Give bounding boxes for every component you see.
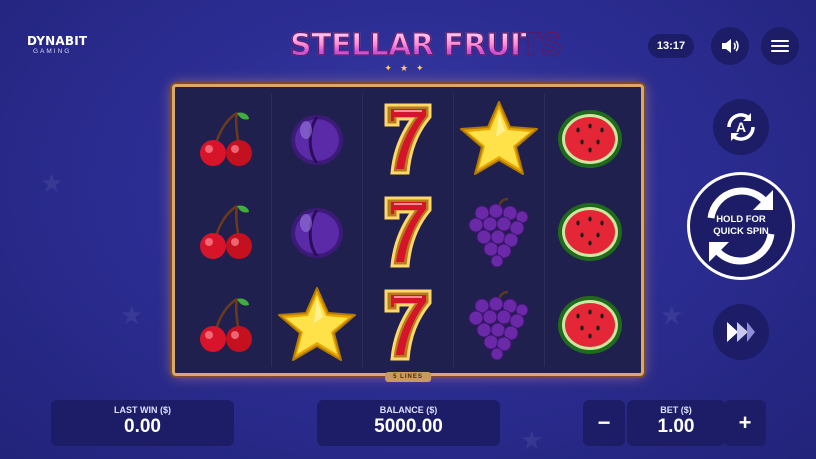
balance-label: BALANCE ($) <box>379 405 438 415</box>
autoplay-button[interactable]: A <box>713 99 769 155</box>
watermelon-icon <box>545 93 635 185</box>
seven-icon <box>363 186 453 278</box>
seven-icon <box>363 279 453 371</box>
bet-decrease-button[interactable]: − <box>583 400 625 446</box>
watermelon-icon <box>545 279 635 371</box>
spin-button[interactable]: HOLD FOR QUICK SPIN <box>687 172 795 280</box>
spin-label: HOLD FOR QUICK SPIN <box>706 214 776 238</box>
reel-3 <box>363 93 454 367</box>
bet-increase-button[interactable]: + <box>724 400 766 446</box>
svg-text:A: A <box>736 119 746 135</box>
cherry-icon <box>181 186 271 278</box>
background-star-icon: ★ <box>520 425 544 455</box>
cherry-icon <box>181 279 271 371</box>
plum-icon <box>272 186 362 278</box>
hamburger-menu-icon <box>771 40 789 52</box>
bet-label: BET ($) <box>660 405 692 415</box>
background-star-icon: ★ <box>120 300 144 330</box>
background-star-icon: ★ <box>40 168 64 198</box>
balance-panel: BALANCE ($) 5000.00 <box>317 400 500 446</box>
watermelon-icon <box>545 186 635 278</box>
bet-value: 1.00 <box>657 416 695 437</box>
star-icon <box>454 93 544 185</box>
title-stars-icon: ✦★✦ <box>384 63 432 73</box>
game-title: STELLAR FRUITS <box>289 27 562 63</box>
last-win-value: 0.00 <box>124 416 161 437</box>
game-title-logo: STELLAR FRUITS ✦★✦ <box>289 27 562 76</box>
background-star-icon: ★ <box>660 300 684 330</box>
last-win-label: LAST WIN ($) <box>114 405 171 415</box>
reel-1 <box>181 93 272 367</box>
star-icon <box>272 279 362 371</box>
balance-value: 5000.00 <box>374 416 443 437</box>
reels-grid <box>181 93 635 367</box>
reels-frame: 5 LINES <box>172 84 644 382</box>
fast-forward-icon <box>727 322 755 342</box>
reel-2 <box>272 93 363 367</box>
cherry-icon <box>181 93 271 185</box>
bet-panel: BET ($) 1.00 <box>627 400 725 446</box>
brand-name: DYNABIT <box>27 34 88 48</box>
spin-label-line1: HOLD FOR <box>716 214 766 226</box>
dynabit-logo: DYNABIT GAMING <box>27 35 87 56</box>
grapes-icon <box>454 186 544 278</box>
reel-5 <box>545 93 635 367</box>
speaker-icon <box>722 39 739 53</box>
spin-label-line2: QUICK SPIN <box>713 226 769 237</box>
grapes-icon <box>454 279 544 371</box>
brand-subtitle: GAMING <box>33 48 72 55</box>
clock: 13:17 <box>648 34 694 58</box>
turbo-button[interactable] <box>713 304 769 360</box>
plum-icon <box>272 93 362 185</box>
autoplay-a-icon: A <box>727 113 755 141</box>
last-win-panel: LAST WIN ($) 0.00 <box>51 400 234 446</box>
sound-button[interactable] <box>711 27 749 65</box>
seven-icon <box>363 93 453 185</box>
reel-4 <box>454 93 545 367</box>
paylines-label: 5 LINES <box>385 372 431 382</box>
menu-button[interactable] <box>761 27 799 65</box>
